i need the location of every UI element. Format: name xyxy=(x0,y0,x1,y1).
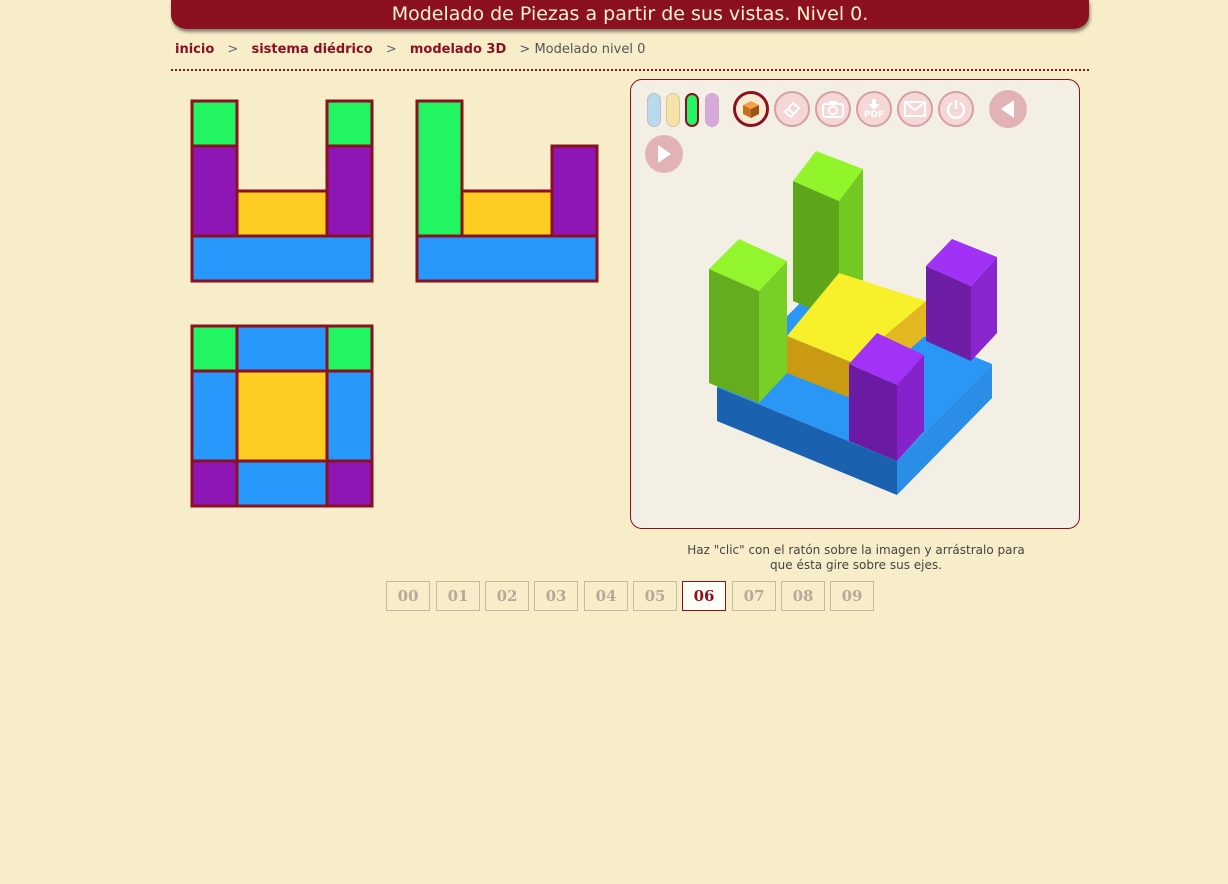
breadcrumb-separator: > xyxy=(227,42,239,57)
3d-viewer[interactable]: PDF xyxy=(630,79,1080,529)
instructions-line: Haz "clic" con el ratón sobre la imagen … xyxy=(687,543,1025,557)
page-button-05[interactable]: 05 xyxy=(633,581,677,611)
viewer-instructions: Haz "clic" con el ratón sobre la imagen … xyxy=(660,543,1052,573)
page-title: Modelado de Piezas a partir de sus vista… xyxy=(171,0,1089,29)
breadcrumb-link-home[interactable]: inicio xyxy=(175,42,214,57)
front-view-cell xyxy=(190,144,239,238)
top-view-cell xyxy=(325,369,374,463)
page-button-04[interactable]: 04 xyxy=(584,581,628,611)
top-view-cell xyxy=(190,369,239,463)
page-button-08[interactable]: 08 xyxy=(781,581,825,611)
breadcrumb-separator: > xyxy=(385,42,397,57)
page-button-03[interactable]: 03 xyxy=(534,581,578,611)
instructions-line: que ésta gire sobre sus ejes. xyxy=(770,558,942,572)
side-view-cell xyxy=(460,189,554,238)
page-button-02[interactable]: 02 xyxy=(485,581,529,611)
top-view-cell xyxy=(190,324,239,373)
header-divider xyxy=(171,69,1089,71)
side-view-cell xyxy=(550,144,599,238)
3d-model-canvas[interactable] xyxy=(631,80,1079,528)
breadcrumb: inicio > sistema diédrico > modelado 3D … xyxy=(175,41,645,59)
page-button-09[interactable]: 09 xyxy=(830,581,874,611)
front-view-cell xyxy=(190,234,374,283)
breadcrumb-link-section[interactable]: sistema diédrico xyxy=(251,42,372,57)
breadcrumb-current: > Modelado nivel 0 xyxy=(519,42,646,57)
top-view xyxy=(190,324,374,508)
top-view-cell xyxy=(235,459,329,508)
page-button-01[interactable]: 01 xyxy=(436,581,480,611)
front-view xyxy=(190,99,374,283)
top-view-cell xyxy=(235,369,329,463)
side-view-cell xyxy=(415,234,599,283)
top-view-cell xyxy=(325,324,374,373)
page: Modelado de Piezas a partir de sus vista… xyxy=(0,0,1228,884)
page-button-00[interactable]: 00 xyxy=(386,581,430,611)
page-button-07[interactable]: 07 xyxy=(732,581,776,611)
breadcrumb-link-subsection[interactable]: modelado 3D xyxy=(410,42,506,57)
front-view-cell xyxy=(325,144,374,238)
top-view-cell xyxy=(325,459,374,508)
front-view-cell xyxy=(235,189,329,238)
green-column-front-front xyxy=(709,269,759,403)
front-view-cell xyxy=(325,99,374,148)
top-view-cell xyxy=(235,324,329,373)
top-view-cell xyxy=(190,459,239,508)
front-view-cell xyxy=(190,99,239,148)
side-view xyxy=(415,99,599,283)
side-view-cell xyxy=(415,99,464,238)
page-button-06[interactable]: 06 xyxy=(682,581,726,611)
